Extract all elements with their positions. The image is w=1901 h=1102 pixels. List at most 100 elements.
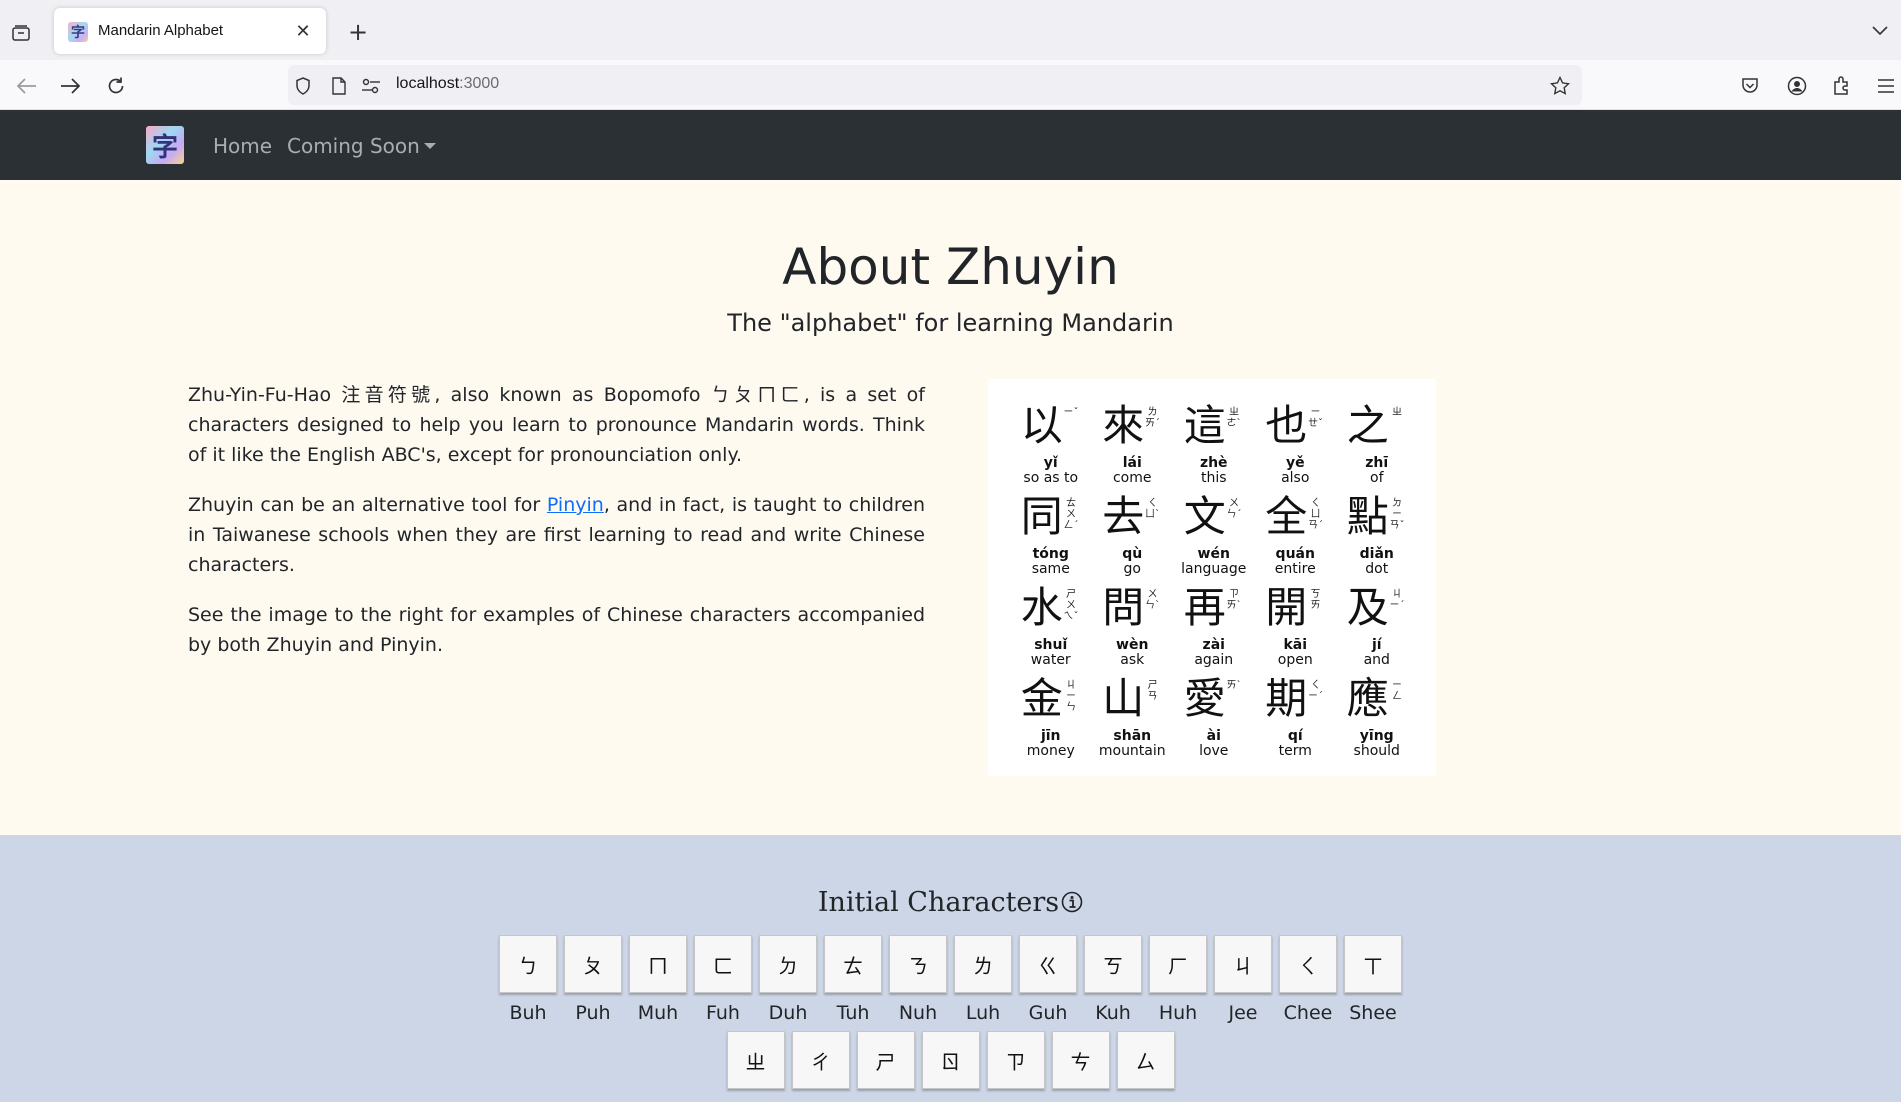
initial-key: ㄎ Kuh	[1084, 935, 1142, 1024]
zhuyin-annotation: ㄑㄧˊ	[1308, 680, 1323, 702]
bookmark-star-icon[interactable]	[1548, 74, 1572, 98]
site-logo[interactable]: 字	[146, 126, 184, 164]
english-label: love	[1199, 743, 1229, 759]
about-paragraph-2-start: Zhuyin can be an alternative tool for	[188, 494, 547, 516]
pocket-icon[interactable]	[1735, 71, 1765, 101]
initial-char-button[interactable]: ㄑ	[1279, 935, 1337, 993]
example-character-grid: 以ㄧˇ yǐ so as to 來ㄌㄞˊ lái come 這ㄓㄜˋ zhè this 也ㄧㄝˇ y…	[1010, 401, 1420, 765]
reload-icon[interactable]	[101, 71, 131, 101]
initial-char-button[interactable]: ㄒ	[1344, 935, 1402, 993]
pinyin-label: qí	[1287, 728, 1303, 744]
pinyin-label: jí	[1371, 637, 1382, 653]
initial-key: ㄙ	[1116, 1031, 1175, 1089]
example-char-cell: 應ㄧㄥ yīng should	[1336, 674, 1418, 765]
initial-key: ㄋ Nuh	[889, 935, 947, 1024]
initial-char-button[interactable]: ㄏ	[1149, 935, 1207, 993]
initial-char-button[interactable]: ㄖ	[921, 1031, 980, 1089]
zhuyin-annotation: ㄕㄨㄟˇ	[1063, 589, 1079, 622]
hanzi-character: 開	[1265, 583, 1308, 632]
zhuyin-annotation: ㄑㄩㄢˊ	[1308, 498, 1323, 531]
example-char-cell: 之ㄓ zhī of	[1336, 401, 1418, 492]
initial-char-button[interactable]: ㄌ	[954, 935, 1012, 993]
initial-char-button[interactable]: ㄇ	[629, 935, 687, 993]
pinyin-label: zài	[1202, 637, 1225, 653]
forward-arrow-icon[interactable]	[55, 71, 85, 101]
site-favicon-icon: 字	[68, 22, 88, 42]
zhuyin-annotation: ㄞˋ	[1226, 680, 1242, 691]
initial-key: ㄓ	[726, 1031, 785, 1089]
example-char-cell: 開ㄎㄞ kāi open	[1255, 583, 1337, 674]
initial-char-button[interactable]: ㄓ	[726, 1031, 785, 1089]
initial-key: ㄕ	[856, 1031, 915, 1089]
zhuyin-annotation: ㄑㄩˋ	[1145, 498, 1160, 520]
initial-char-button[interactable]: ㄅ	[499, 935, 557, 993]
about-paragraph-2: Zhuyin can be an alternative tool for Pi…	[188, 490, 925, 580]
url-text[interactable]: localhost:3000	[396, 75, 499, 93]
zhuyin-annotation: ㄨㄣˋ	[1145, 589, 1160, 611]
initial-key: ㄆ Puh	[564, 935, 622, 1024]
hanzi-character: 之	[1346, 401, 1389, 450]
english-label: dot	[1365, 561, 1389, 577]
pinyin-label: zhī	[1365, 455, 1389, 471]
browser-tab-active[interactable]: 字 Mandarin Alphabet ✕	[54, 8, 326, 54]
initial-char-label: Duh	[768, 1002, 808, 1024]
info-circle-icon[interactable]	[1061, 889, 1083, 920]
initial-char-button[interactable]: ㄈ	[694, 935, 752, 993]
initial-char-button[interactable]: ㄎ	[1084, 935, 1142, 993]
initial-char-button[interactable]: ㄕ	[856, 1031, 915, 1089]
initial-char-button[interactable]: ㄔ	[791, 1031, 850, 1089]
initial-key: ㄐ Jee	[1214, 935, 1272, 1024]
initial-char-button[interactable]: ㄊ	[824, 935, 882, 993]
account-icon[interactable]	[1782, 71, 1812, 101]
english-label: again	[1194, 652, 1234, 668]
initial-char-button[interactable]: ㄉ	[759, 935, 817, 993]
example-char-cell: 這ㄓㄜˋ zhè this	[1173, 401, 1255, 492]
initial-char-button[interactable]: ㄘ	[1051, 1031, 1110, 1089]
zhuyin-annotation: ㄧˇ	[1063, 407, 1079, 418]
zhuyin-annotation: ㄐㄧㄣ	[1066, 680, 1076, 713]
hanzi-character: 文	[1183, 492, 1226, 541]
zhuyin-annotation: ㄓㄜˋ	[1226, 407, 1242, 429]
zhuyin-annotation: ㄊㄨㄥˊ	[1063, 498, 1079, 531]
initial-char-label: Tuh	[836, 1002, 870, 1024]
new-tab-icon[interactable]: +	[344, 18, 372, 46]
example-char-cell: 全ㄑㄩㄢˊ quán entire	[1255, 492, 1337, 583]
zhuyin-annotation: ㄉㄧㄢˇ	[1389, 498, 1405, 531]
pinyin-link[interactable]: Pinyin	[547, 494, 604, 516]
page-icon[interactable]	[328, 75, 350, 97]
hanzi-character: 愛	[1183, 674, 1226, 723]
initial-char-button[interactable]: ㄗ	[986, 1031, 1045, 1089]
initial-char-button[interactable]: ㄐ	[1214, 935, 1272, 993]
initial-char-label: Buh	[509, 1002, 547, 1024]
initial-char-button[interactable]: ㄙ	[1116, 1031, 1175, 1089]
initial-key: ㄒ Shee	[1344, 935, 1402, 1024]
hanzi-character: 及	[1346, 583, 1389, 632]
pinyin-label: zhè	[1199, 455, 1228, 471]
initial-char-button[interactable]: ㄆ	[564, 935, 622, 993]
hanzi-character: 同	[1020, 492, 1063, 541]
pinyin-label: yīng	[1359, 728, 1394, 744]
english-label: language	[1181, 561, 1247, 577]
site-permissions-icon[interactable]	[360, 75, 382, 97]
url-bar[interactable]: localhost:3000	[288, 65, 1582, 105]
nav-home-link[interactable]: Home	[213, 134, 272, 158]
pinyin-label: shuǐ	[1034, 637, 1068, 653]
example-char-cell: 問ㄨㄣˋ wèn ask	[1092, 583, 1174, 674]
shield-icon[interactable]	[292, 75, 314, 97]
initial-char-button[interactable]: ㄋ	[889, 935, 947, 993]
nav-coming-soon-dropdown[interactable]: Coming Soon	[287, 134, 436, 158]
zhuyin-annotation: ㄌㄞˊ	[1145, 407, 1160, 429]
extensions-icon[interactable]	[1827, 71, 1857, 101]
tab-list-icon[interactable]	[8, 20, 34, 46]
initial-key: ㄌ Luh	[954, 935, 1012, 1024]
initial-key: ㄘ	[1051, 1031, 1110, 1089]
close-tab-icon[interactable]: ✕	[292, 20, 314, 42]
back-arrow-icon[interactable]	[12, 71, 42, 101]
initial-key: ㄗ	[986, 1031, 1045, 1089]
zhuyin-annotation: ㄐㄧˊ	[1389, 589, 1405, 611]
initial-char-label: Nuh	[898, 1002, 938, 1024]
initial-char-button[interactable]: ㄍ	[1019, 935, 1077, 993]
initial-char-label: Puh	[575, 1002, 611, 1024]
chevron-down-icon[interactable]	[1867, 18, 1893, 44]
hamburger-menu-icon[interactable]	[1871, 71, 1901, 101]
